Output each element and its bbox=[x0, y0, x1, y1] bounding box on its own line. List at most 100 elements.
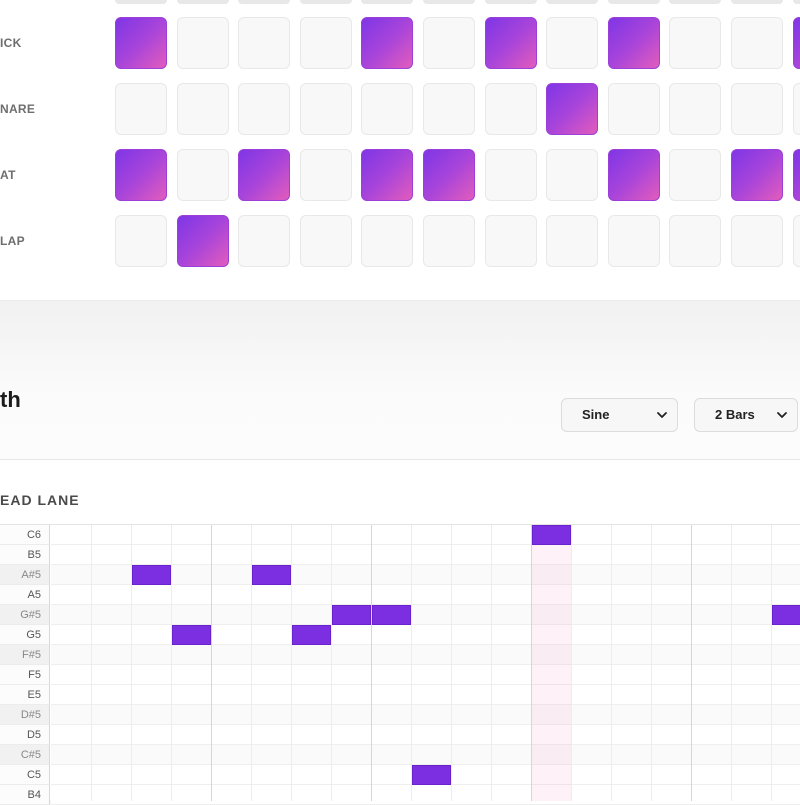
piano-key-label: C5 bbox=[0, 765, 50, 785]
step-pad[interactable] bbox=[177, 83, 229, 135]
step-pad[interactable] bbox=[423, 83, 475, 135]
piano-key-label: G#5 bbox=[0, 605, 50, 625]
note-block[interactable] bbox=[772, 605, 800, 625]
step-pad[interactable] bbox=[793, 83, 800, 135]
beat-gridline bbox=[211, 525, 212, 801]
step-pad[interactable] bbox=[423, 17, 475, 69]
chevron-down-icon bbox=[776, 399, 790, 431]
piano-roll-row[interactable] bbox=[51, 685, 800, 705]
waveform-select-value: Sine bbox=[582, 407, 610, 422]
piano-key-label: E5 bbox=[0, 685, 50, 705]
step-pad[interactable] bbox=[669, 17, 721, 69]
step-pad[interactable] bbox=[238, 83, 290, 135]
step-pad[interactable] bbox=[669, 149, 721, 201]
note-block[interactable] bbox=[532, 525, 571, 545]
piano-roll-row[interactable] bbox=[51, 605, 800, 625]
step-pad[interactable] bbox=[485, 215, 537, 267]
step-pad-active[interactable] bbox=[731, 149, 783, 201]
step-pad[interactable] bbox=[731, 215, 783, 267]
step-pad[interactable] bbox=[361, 215, 413, 267]
step-pad-active[interactable] bbox=[546, 83, 598, 135]
step-pad[interactable] bbox=[300, 215, 352, 267]
note-block[interactable] bbox=[292, 625, 331, 645]
step-gridline bbox=[731, 525, 732, 801]
piano-roll[interactable]: C6 B5 A#5 A5 G#5 G5 F#5 F5 E5 D#5 D5 C#5 C5 B4 bbox=[0, 524, 800, 805]
step-pad-active[interactable] bbox=[361, 149, 413, 201]
waveform-select[interactable]: Sine bbox=[561, 398, 678, 432]
piano-key-label: G5 bbox=[0, 625, 50, 645]
note-block[interactable] bbox=[252, 565, 291, 585]
lead-lane-panel: EAD LANE C6 B5 A#5 A5 G#5 G5 F#5 F5 E5 D#5 D5 C#5 C5… bbox=[0, 460, 800, 805]
step-pad-active[interactable] bbox=[793, 17, 800, 69]
step-gridline bbox=[451, 525, 452, 801]
step-pad[interactable] bbox=[238, 17, 290, 69]
step-pad-active[interactable] bbox=[485, 17, 537, 69]
pad-top-edge bbox=[238, 0, 290, 4]
note-block[interactable] bbox=[372, 605, 411, 625]
pad-top-edge bbox=[731, 0, 783, 4]
step-pad[interactable] bbox=[115, 83, 167, 135]
step-pad[interactable] bbox=[115, 215, 167, 267]
pad-top-edge bbox=[669, 0, 721, 4]
length-select-value: 2 Bars bbox=[715, 407, 755, 422]
piano-key-label: D5 bbox=[0, 725, 50, 745]
step-pad-active[interactable] bbox=[115, 17, 167, 69]
piano-roll-row[interactable] bbox=[51, 645, 800, 665]
step-gridline bbox=[491, 525, 492, 801]
step-pad[interactable] bbox=[731, 83, 783, 135]
synth-header: th Sine 2 Bars bbox=[0, 301, 800, 460]
step-pad[interactable] bbox=[485, 149, 537, 201]
pad-top-edge bbox=[485, 0, 537, 4]
step-gridline bbox=[171, 525, 172, 801]
piano-roll-row[interactable] bbox=[51, 585, 800, 605]
step-pad[interactable] bbox=[300, 17, 352, 69]
step-pad[interactable] bbox=[546, 149, 598, 201]
pad-top-edge bbox=[608, 0, 660, 4]
pad-top-edge bbox=[177, 0, 229, 4]
step-pad[interactable] bbox=[546, 215, 598, 267]
piano-roll-row[interactable] bbox=[51, 725, 800, 745]
length-select[interactable]: 2 Bars bbox=[694, 398, 798, 432]
piano-roll-row[interactable] bbox=[51, 705, 800, 725]
note-block[interactable] bbox=[172, 625, 211, 645]
step-pad[interactable] bbox=[300, 83, 352, 135]
step-pad-active[interactable] bbox=[608, 17, 660, 69]
step-gridline bbox=[571, 525, 572, 801]
piano-roll-row[interactable] bbox=[51, 665, 800, 685]
pad-top-edge bbox=[300, 0, 352, 4]
step-pad[interactable] bbox=[608, 83, 660, 135]
step-pad[interactable] bbox=[546, 17, 598, 69]
step-pad[interactable] bbox=[669, 215, 721, 267]
piano-roll-row[interactable] bbox=[51, 525, 800, 545]
pad-top-edge bbox=[423, 0, 475, 4]
step-pad[interactable] bbox=[608, 215, 660, 267]
step-pad-active[interactable] bbox=[423, 149, 475, 201]
piano-roll-row[interactable] bbox=[51, 625, 800, 645]
step-pad[interactable] bbox=[361, 83, 413, 135]
step-pad[interactable] bbox=[669, 83, 721, 135]
piano-roll-row[interactable] bbox=[51, 545, 800, 565]
step-gridline bbox=[611, 525, 612, 801]
step-pad[interactable] bbox=[177, 17, 229, 69]
step-pad-active[interactable] bbox=[115, 149, 167, 201]
step-pad[interactable] bbox=[300, 149, 352, 201]
step-pad[interactable] bbox=[238, 215, 290, 267]
note-block[interactable] bbox=[332, 605, 371, 625]
step-pad-active[interactable] bbox=[177, 215, 229, 267]
step-pad[interactable] bbox=[177, 149, 229, 201]
drum-track-label: AT bbox=[0, 168, 16, 182]
step-pad-active[interactable] bbox=[608, 149, 660, 201]
piano-roll-row[interactable] bbox=[51, 785, 800, 805]
piano-key-label: A#5 bbox=[0, 565, 50, 585]
note-block[interactable] bbox=[412, 765, 451, 785]
piano-roll-row[interactable] bbox=[51, 745, 800, 765]
step-pad[interactable] bbox=[423, 215, 475, 267]
note-block[interactable] bbox=[132, 565, 171, 585]
step-pad[interactable] bbox=[485, 83, 537, 135]
step-pad-active[interactable] bbox=[793, 149, 800, 201]
step-pad[interactable] bbox=[731, 17, 783, 69]
step-pad[interactable] bbox=[793, 215, 800, 267]
step-pad-active[interactable] bbox=[238, 149, 290, 201]
step-pad-active[interactable] bbox=[361, 17, 413, 69]
drum-track-label: NARE bbox=[0, 102, 36, 116]
